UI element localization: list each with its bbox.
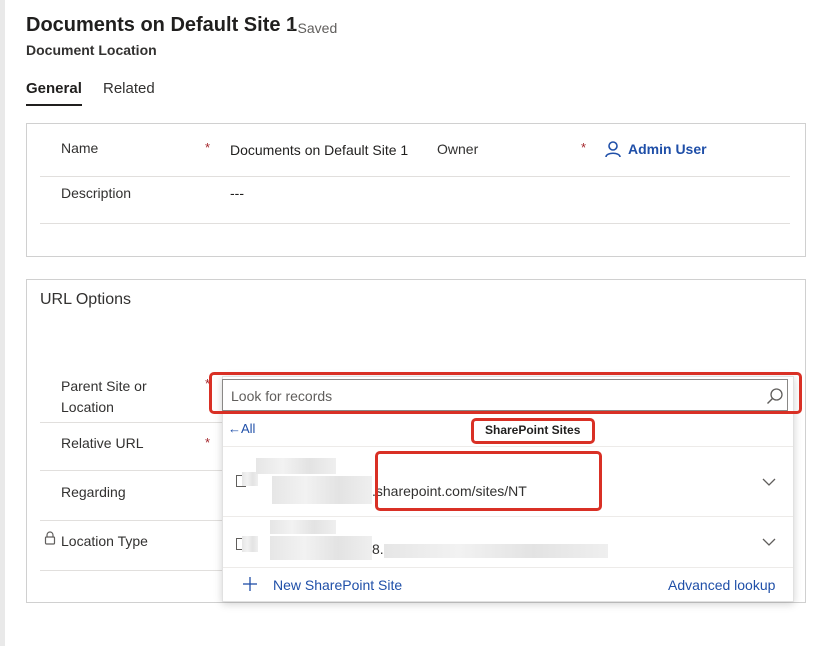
chevron-down-icon[interactable]	[762, 475, 776, 494]
location-type-label: Location Type	[61, 533, 148, 549]
active-tab-indicator	[26, 104, 82, 106]
back-to-all-button[interactable]: ←All	[228, 421, 255, 436]
relative-url-required-marker: *	[205, 435, 211, 450]
parent-required-marker: *	[205, 376, 211, 391]
chevron-down-icon[interactable]	[762, 535, 776, 554]
redacted-region	[270, 520, 336, 534]
new-sharepoint-site-button[interactable]: New SharePoint Site	[273, 577, 402, 593]
entity-filter-label[interactable]: SharePoint Sites	[485, 423, 580, 437]
flyout-divider	[223, 446, 793, 447]
user-icon	[604, 140, 622, 158]
field-divider	[40, 422, 222, 423]
description-field[interactable]: ---	[230, 185, 244, 201]
save-status: - Saved	[289, 20, 338, 36]
result-url: 8.	[372, 541, 384, 557]
entity-name: Document Location	[26, 42, 157, 58]
field-divider	[40, 176, 790, 177]
result-url: .sharepoint.com/sites/NT	[372, 483, 527, 499]
back-arrow-icon: ←	[228, 421, 241, 436]
redacted-region	[272, 476, 372, 504]
name-field[interactable]: Documents on Default Site 1	[230, 142, 408, 158]
plus-icon[interactable]	[242, 576, 258, 592]
flyout-divider	[223, 516, 793, 517]
redacted-region	[384, 544, 608, 558]
redacted-region	[270, 536, 372, 560]
lookup-search-box[interactable]	[222, 379, 788, 411]
regarding-label: Regarding	[61, 484, 126, 500]
field-divider	[40, 520, 222, 521]
left-edge-bar	[0, 0, 5, 646]
advanced-lookup-link[interactable]: Advanced lookup	[668, 577, 775, 593]
page-title: Documents on Default Site 1	[26, 14, 298, 36]
owner-label: Owner	[437, 141, 479, 157]
redacted-region	[242, 472, 258, 486]
lookup-search-input[interactable]	[229, 385, 749, 407]
lock-icon	[44, 531, 56, 545]
owner-required-marker: *	[581, 140, 587, 155]
name-label: Name	[61, 140, 99, 156]
back-label: All	[241, 421, 256, 436]
field-divider	[40, 570, 222, 571]
field-divider	[40, 223, 790, 224]
relative-url-label: Relative URL	[61, 435, 144, 451]
flyout-divider	[223, 567, 793, 568]
section-title: URL Options	[40, 291, 131, 308]
search-icon[interactable]	[766, 387, 784, 405]
description-label: Description	[61, 185, 132, 201]
parent-site-label: Parent Site or Location	[61, 378, 147, 415]
owner-link[interactable]: Admin User	[628, 141, 707, 157]
tab-related[interactable]: Related	[103, 80, 155, 97]
name-required-marker: *	[205, 140, 211, 155]
field-divider	[40, 470, 222, 471]
redacted-region	[242, 536, 258, 552]
redacted-region	[256, 458, 336, 474]
tab-general[interactable]: General	[26, 80, 82, 97]
